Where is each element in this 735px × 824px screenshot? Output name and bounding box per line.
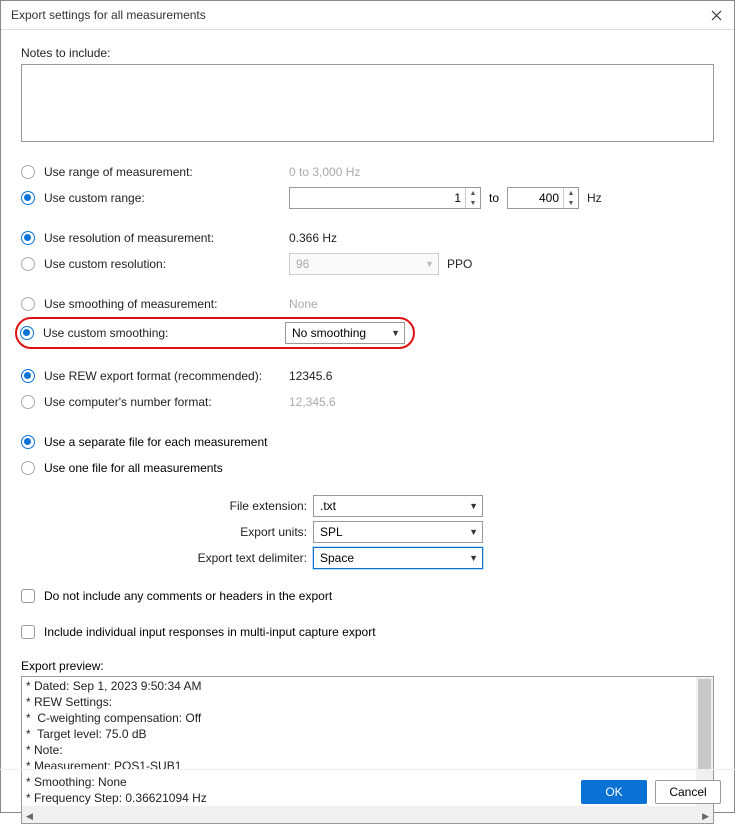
spin-up-icon: ▲	[466, 188, 480, 198]
delimiter-combo[interactable]: Space▼	[313, 547, 483, 569]
no-comments-checkbox[interactable]: Do not include any comments or headers i…	[21, 583, 714, 609]
export-units-label: Export units:	[21, 525, 313, 539]
files-one-radio[interactable]: Use one file for all measurements	[21, 455, 714, 481]
range-measurement-radio[interactable]: Use range of measurement: 0 to 3,000 Hz	[21, 159, 714, 185]
cancel-button[interactable]: Cancel	[655, 780, 721, 804]
spin-down-icon: ▼	[466, 198, 480, 208]
smoothing-custom-radio[interactable]	[20, 326, 34, 340]
range-custom-radio[interactable]: Use custom range: ▲▼ to ▲▼ Hz	[21, 185, 714, 211]
ok-button[interactable]: OK	[581, 780, 647, 804]
chevron-down-icon: ▼	[469, 501, 478, 511]
file-ext-label: File extension:	[21, 499, 313, 513]
range-from-input[interactable]: ▲▼	[289, 187, 481, 209]
window-title: Export settings for all measurements	[11, 8, 706, 22]
smoothing-custom-combo[interactable]: No smoothing▼	[285, 322, 405, 344]
delimiter-label: Export text delimiter:	[21, 551, 313, 565]
resolution-measurement-radio[interactable]: Use resolution of measurement: 0.366 Hz	[21, 225, 714, 251]
close-icon[interactable]	[706, 5, 726, 25]
notes-input[interactable]	[21, 64, 714, 142]
include-individual-checkbox[interactable]: Include individual input responses in mu…	[21, 619, 714, 645]
chevron-down-icon: ▼	[469, 553, 478, 563]
chevron-down-icon: ▼	[391, 328, 400, 338]
notes-label: Notes to include:	[21, 46, 714, 60]
smoothing-custom-highlight: Use custom smoothing: No smoothing▼	[15, 317, 415, 349]
format-rew-radio[interactable]: Use REW export format (recommended): 123…	[21, 363, 714, 389]
chevron-down-icon: ▼	[469, 527, 478, 537]
resolution-custom-radio[interactable]: Use custom resolution: 96▼ PPO	[21, 251, 714, 277]
export-units-combo[interactable]: SPL▼	[313, 521, 483, 543]
dialog-footer: OK Cancel	[0, 769, 735, 813]
titlebar: Export settings for all measurements	[1, 1, 734, 30]
files-separate-radio[interactable]: Use a separate file for each measurement	[21, 429, 714, 455]
spin-down-icon: ▼	[564, 198, 578, 208]
file-ext-combo[interactable]: .txt▼	[313, 495, 483, 517]
spin-up-icon: ▲	[564, 188, 578, 198]
preview-label: Export preview:	[21, 659, 714, 673]
smoothing-measurement-radio[interactable]: Use smoothing of measurement: None	[21, 291, 714, 317]
chevron-down-icon: ▼	[425, 259, 434, 269]
resolution-custom-combo: 96▼	[289, 253, 439, 275]
range-to-input[interactable]: ▲▼	[507, 187, 579, 209]
format-computer-radio[interactable]: Use computer's number format: 12,345.6	[21, 389, 714, 415]
